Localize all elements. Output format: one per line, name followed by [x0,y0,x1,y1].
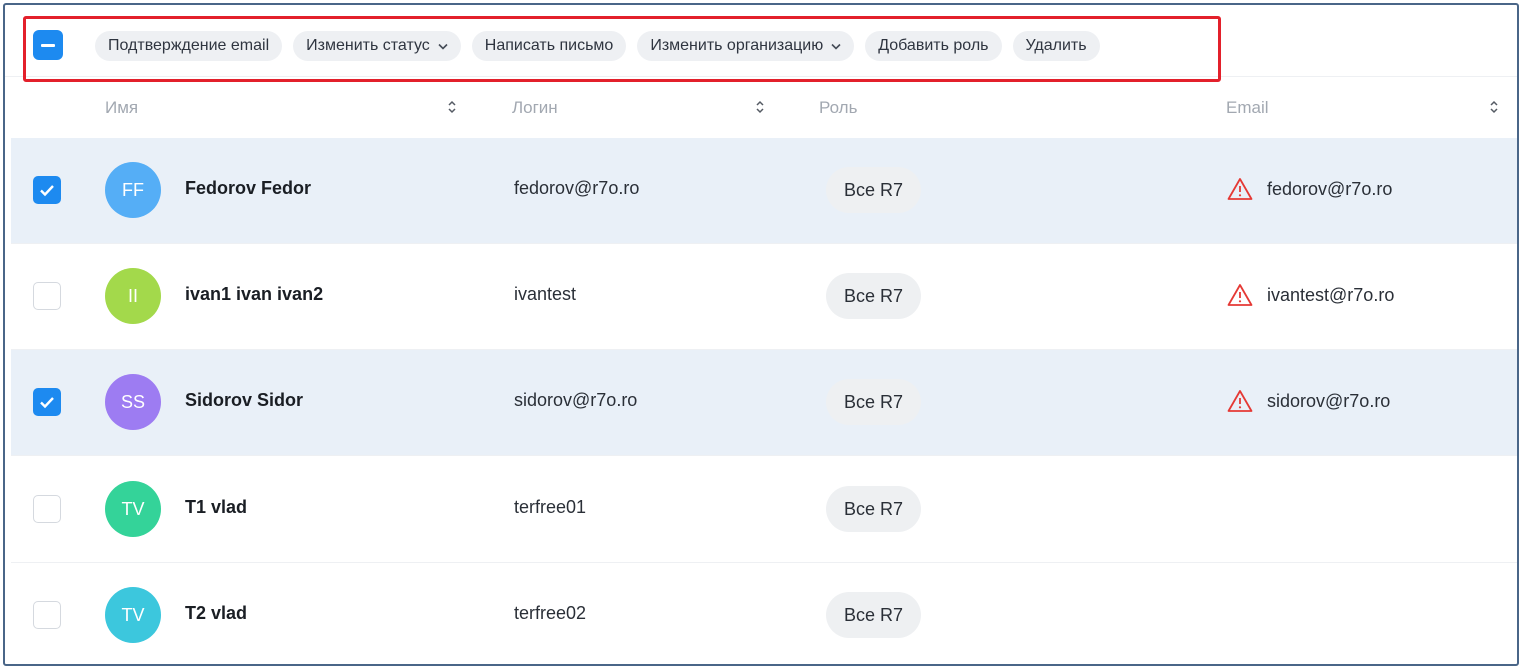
user-login: ivantest [514,284,577,304]
row-checkbox[interactable] [33,495,61,523]
warning-icon [1227,284,1253,306]
role-label: Все R7 [844,391,904,412]
user-login: terfree02 [514,603,587,623]
checkmark-icon [40,396,54,408]
warning-icon [1227,178,1253,200]
user-email: sidorov@r7o.ro [1267,390,1391,411]
column-header-name: Имя [105,98,139,117]
users-table-panel: Подтверждение email Изменить статус Напи… [3,3,1519,666]
user-login: sidorov@r7o.ro [514,390,638,410]
column-header-role: Роль [819,98,858,117]
role-label: Все R7 [844,604,904,625]
user-email: ivantest@r7o.ro [1267,284,1395,305]
sort-icon[interactable] [1489,100,1501,114]
avatar: SS [105,374,161,430]
row-checkbox[interactable] [33,282,61,310]
warning-icon [1227,390,1253,412]
sort-icon[interactable] [447,100,459,114]
avatar: FF [105,162,161,218]
bulk-actions-toolbar: Подтверждение email Изменить статус Напи… [5,5,1517,82]
role-badge: Все R7 [826,273,922,319]
table-row[interactable]: TV T2 vlad terfree02 Все R7 [11,563,1517,664]
role-label: Все R7 [844,285,904,306]
checkmark-icon [40,184,54,196]
row-checkbox[interactable] [33,601,61,629]
row-checkbox[interactable] [33,388,61,416]
email-cell: sidorov@r7o.ro [1227,387,1390,415]
avatar: TV [105,587,161,643]
role-label: Все R7 [844,498,904,519]
email-cell: fedorov@r7o.ro [1227,175,1392,203]
role-badge: Все R7 [826,486,922,532]
role-badge: Все R7 [826,379,922,425]
sort-icon[interactable] [755,100,767,114]
table-row[interactable]: TV T1 vlad terfree01 Все R7 [11,457,1517,563]
role-badge: Все R7 [826,167,922,213]
user-login: terfree01 [514,497,587,517]
user-name[interactable]: Sidorov Sidor [185,390,303,411]
user-name[interactable]: ivan1 ivan ivan2 [185,284,323,305]
user-name[interactable]: Fedorov Fedor [185,178,311,199]
table-row[interactable]: II ivan1 ivan ivan2 ivantest Все R7 ivantest… [11,244,1517,350]
row-checkbox[interactable] [33,176,61,204]
avatar: II [105,268,161,324]
table-header: Имя Логин Роль Email [5,85,1517,135]
email-cell: ivantest@r7o.ro [1227,281,1394,309]
column-header-login: Логин [512,98,558,117]
table-row[interactable]: SS Sidorov Sidor sidorov@r7o.ro Все R7 sidor… [11,350,1517,456]
table-row[interactable]: FF Fedorov Fedor fedorov@r7o.ro Все R7 fedor… [11,138,1517,244]
user-name[interactable]: T1 vlad [185,497,247,518]
role-label: Все R7 [844,179,904,200]
role-badge: Все R7 [826,592,922,638]
user-email: fedorov@r7o.ro [1267,178,1393,199]
column-header-email: Email [1226,98,1269,117]
user-login: fedorov@r7o.ro [514,178,640,198]
highlight-annotation [23,16,1221,82]
user-name[interactable]: T2 vlad [185,603,247,624]
avatar: TV [105,481,161,537]
